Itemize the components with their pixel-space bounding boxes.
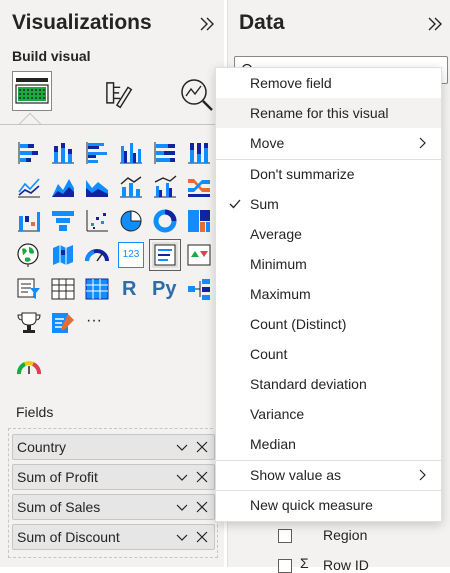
- line-chart-icon[interactable]: [16, 174, 42, 200]
- format-visual-icon[interactable]: [98, 74, 138, 114]
- chevron-down-icon[interactable]: [174, 529, 190, 545]
- collapse-pane-icon[interactable]: [198, 15, 216, 33]
- 100-stacked-bar-chart-icon[interactable]: [152, 140, 178, 166]
- close-icon[interactable]: [194, 499, 210, 515]
- gauge-icon[interactable]: [84, 242, 110, 268]
- build-visual-tab[interactable]: [12, 71, 52, 111]
- build-visual-icon: [15, 78, 49, 104]
- menu-item-rename-for-this-visual[interactable]: Rename for this visual: [216, 98, 441, 128]
- decomposition-tree-icon[interactable]: [186, 276, 212, 302]
- card-icon[interactable]: 123: [118, 242, 144, 268]
- card-icon-label: 123: [122, 249, 140, 260]
- fields-label: Fields: [16, 404, 54, 420]
- table-icon[interactable]: [50, 276, 76, 302]
- clustered-column-chart-icon[interactable]: [118, 140, 144, 166]
- close-icon[interactable]: [194, 439, 210, 455]
- field-pill-sum-of-discount[interactable]: Sum of Discount: [12, 524, 215, 550]
- menu-item-move-label: Move: [250, 135, 285, 151]
- visualizations-pane: Visualizations Build visual 123 R Py ···…: [0, 0, 224, 567]
- chevron-down-icon[interactable]: [174, 499, 190, 515]
- area-chart-icon[interactable]: [50, 174, 76, 200]
- field-pill-sum-of-profit[interactable]: Sum of Profit: [12, 464, 215, 490]
- field-pill-label: Sum of Sales: [17, 499, 101, 515]
- stacked-bar-chart-icon[interactable]: [16, 140, 42, 166]
- chevron-right-icon: [419, 469, 426, 481]
- menu-item-move[interactable]: Move: [216, 128, 441, 158]
- menu-item-show-value-as-label: Show value as: [250, 467, 342, 483]
- scatter-chart-icon[interactable]: [84, 208, 110, 234]
- field-pill-label: Sum of Profit: [17, 469, 98, 485]
- field-pill-sum-of-sales[interactable]: Sum of Sales: [12, 494, 215, 520]
- clustered-bar-chart-icon[interactable]: [84, 140, 110, 166]
- 100-stacked-column-chart-icon[interactable]: [186, 140, 212, 166]
- waterfall-chart-icon[interactable]: [16, 208, 42, 234]
- more-visuals-icon[interactable]: ···: [86, 310, 112, 336]
- field-pill-label: Sum of Discount: [17, 529, 120, 545]
- menu-item-dont-summarize[interactable]: Don't summarize: [216, 159, 441, 189]
- chevron-down-icon[interactable]: [174, 469, 190, 485]
- field-context-menu: Remove field Rename for this visual Move…: [215, 67, 442, 522]
- smart-narrative-icon[interactable]: [50, 310, 76, 336]
- menu-item-sum[interactable]: Sum: [216, 189, 441, 219]
- menu-item-count-distinct[interactable]: Count (Distinct): [216, 309, 441, 339]
- funnel-chart-icon[interactable]: [50, 208, 76, 234]
- treemap-icon[interactable]: [186, 208, 212, 234]
- menu-item-standard-deviation[interactable]: Standard deviation: [216, 369, 441, 399]
- chevron-right-icon: [419, 137, 426, 149]
- menu-item-variance[interactable]: Variance: [216, 399, 441, 429]
- visualizations-title: Visualizations: [12, 11, 152, 34]
- python-visual-icon[interactable]: Py: [152, 276, 182, 302]
- stacked-column-chart-icon[interactable]: [50, 140, 76, 166]
- build-visual-label: Build visual: [12, 48, 91, 64]
- menu-item-show-value-as[interactable]: Show value as: [216, 460, 441, 490]
- chevron-down-icon[interactable]: [174, 439, 190, 455]
- donut-chart-icon[interactable]: [152, 208, 178, 234]
- ribbon-chart-icon[interactable]: [186, 174, 212, 200]
- field-name-row-id: Row ID: [323, 557, 369, 573]
- kpi-icon[interactable]: [186, 242, 212, 268]
- menu-item-minimum[interactable]: Minimum: [216, 249, 441, 279]
- field-checkbox-region[interactable]: [278, 529, 292, 543]
- filled-map-icon[interactable]: [50, 242, 76, 268]
- key-influencers-icon[interactable]: [16, 310, 42, 336]
- field-checkbox-row-id[interactable]: [278, 559, 292, 573]
- line-and-stacked-column-chart-icon[interactable]: [118, 174, 144, 200]
- tab-divider: [0, 124, 224, 125]
- data-pane-title: Data: [239, 11, 285, 34]
- checkmark-icon: [229, 199, 241, 209]
- menu-item-remove-field[interactable]: Remove field: [216, 68, 441, 98]
- menu-item-new-quick-measure[interactable]: New quick measure: [216, 490, 441, 520]
- menu-item-count[interactable]: Count: [216, 339, 441, 369]
- field-pill-label: Country: [17, 439, 67, 455]
- menu-item-maximum[interactable]: Maximum: [216, 279, 441, 309]
- close-icon[interactable]: [194, 529, 210, 545]
- menu-item-average[interactable]: Average: [216, 219, 441, 249]
- r-script-visual-icon[interactable]: R: [122, 276, 148, 302]
- multi-row-card-icon[interactable]: [149, 239, 181, 271]
- slicer-icon[interactable]: [16, 276, 42, 302]
- field-pill-country[interactable]: Country: [12, 434, 215, 460]
- close-icon[interactable]: [194, 469, 210, 485]
- pie-chart-icon[interactable]: [118, 208, 144, 234]
- matrix-icon[interactable]: [84, 276, 110, 302]
- analytics-icon[interactable]: [178, 74, 218, 114]
- map-icon[interactable]: [16, 242, 42, 268]
- collapse-data-pane-icon[interactable]: [426, 15, 444, 33]
- custom-visual-gauge-icon[interactable]: [16, 356, 42, 382]
- menu-item-median[interactable]: Median: [216, 429, 441, 459]
- sigma-icon: Σ: [300, 555, 309, 571]
- line-and-clustered-column-chart-icon[interactable]: [152, 174, 178, 200]
- menu-item-sum-label: Sum: [250, 196, 279, 212]
- stacked-area-chart-icon[interactable]: [84, 174, 110, 200]
- field-name-region: Region: [323, 527, 368, 543]
